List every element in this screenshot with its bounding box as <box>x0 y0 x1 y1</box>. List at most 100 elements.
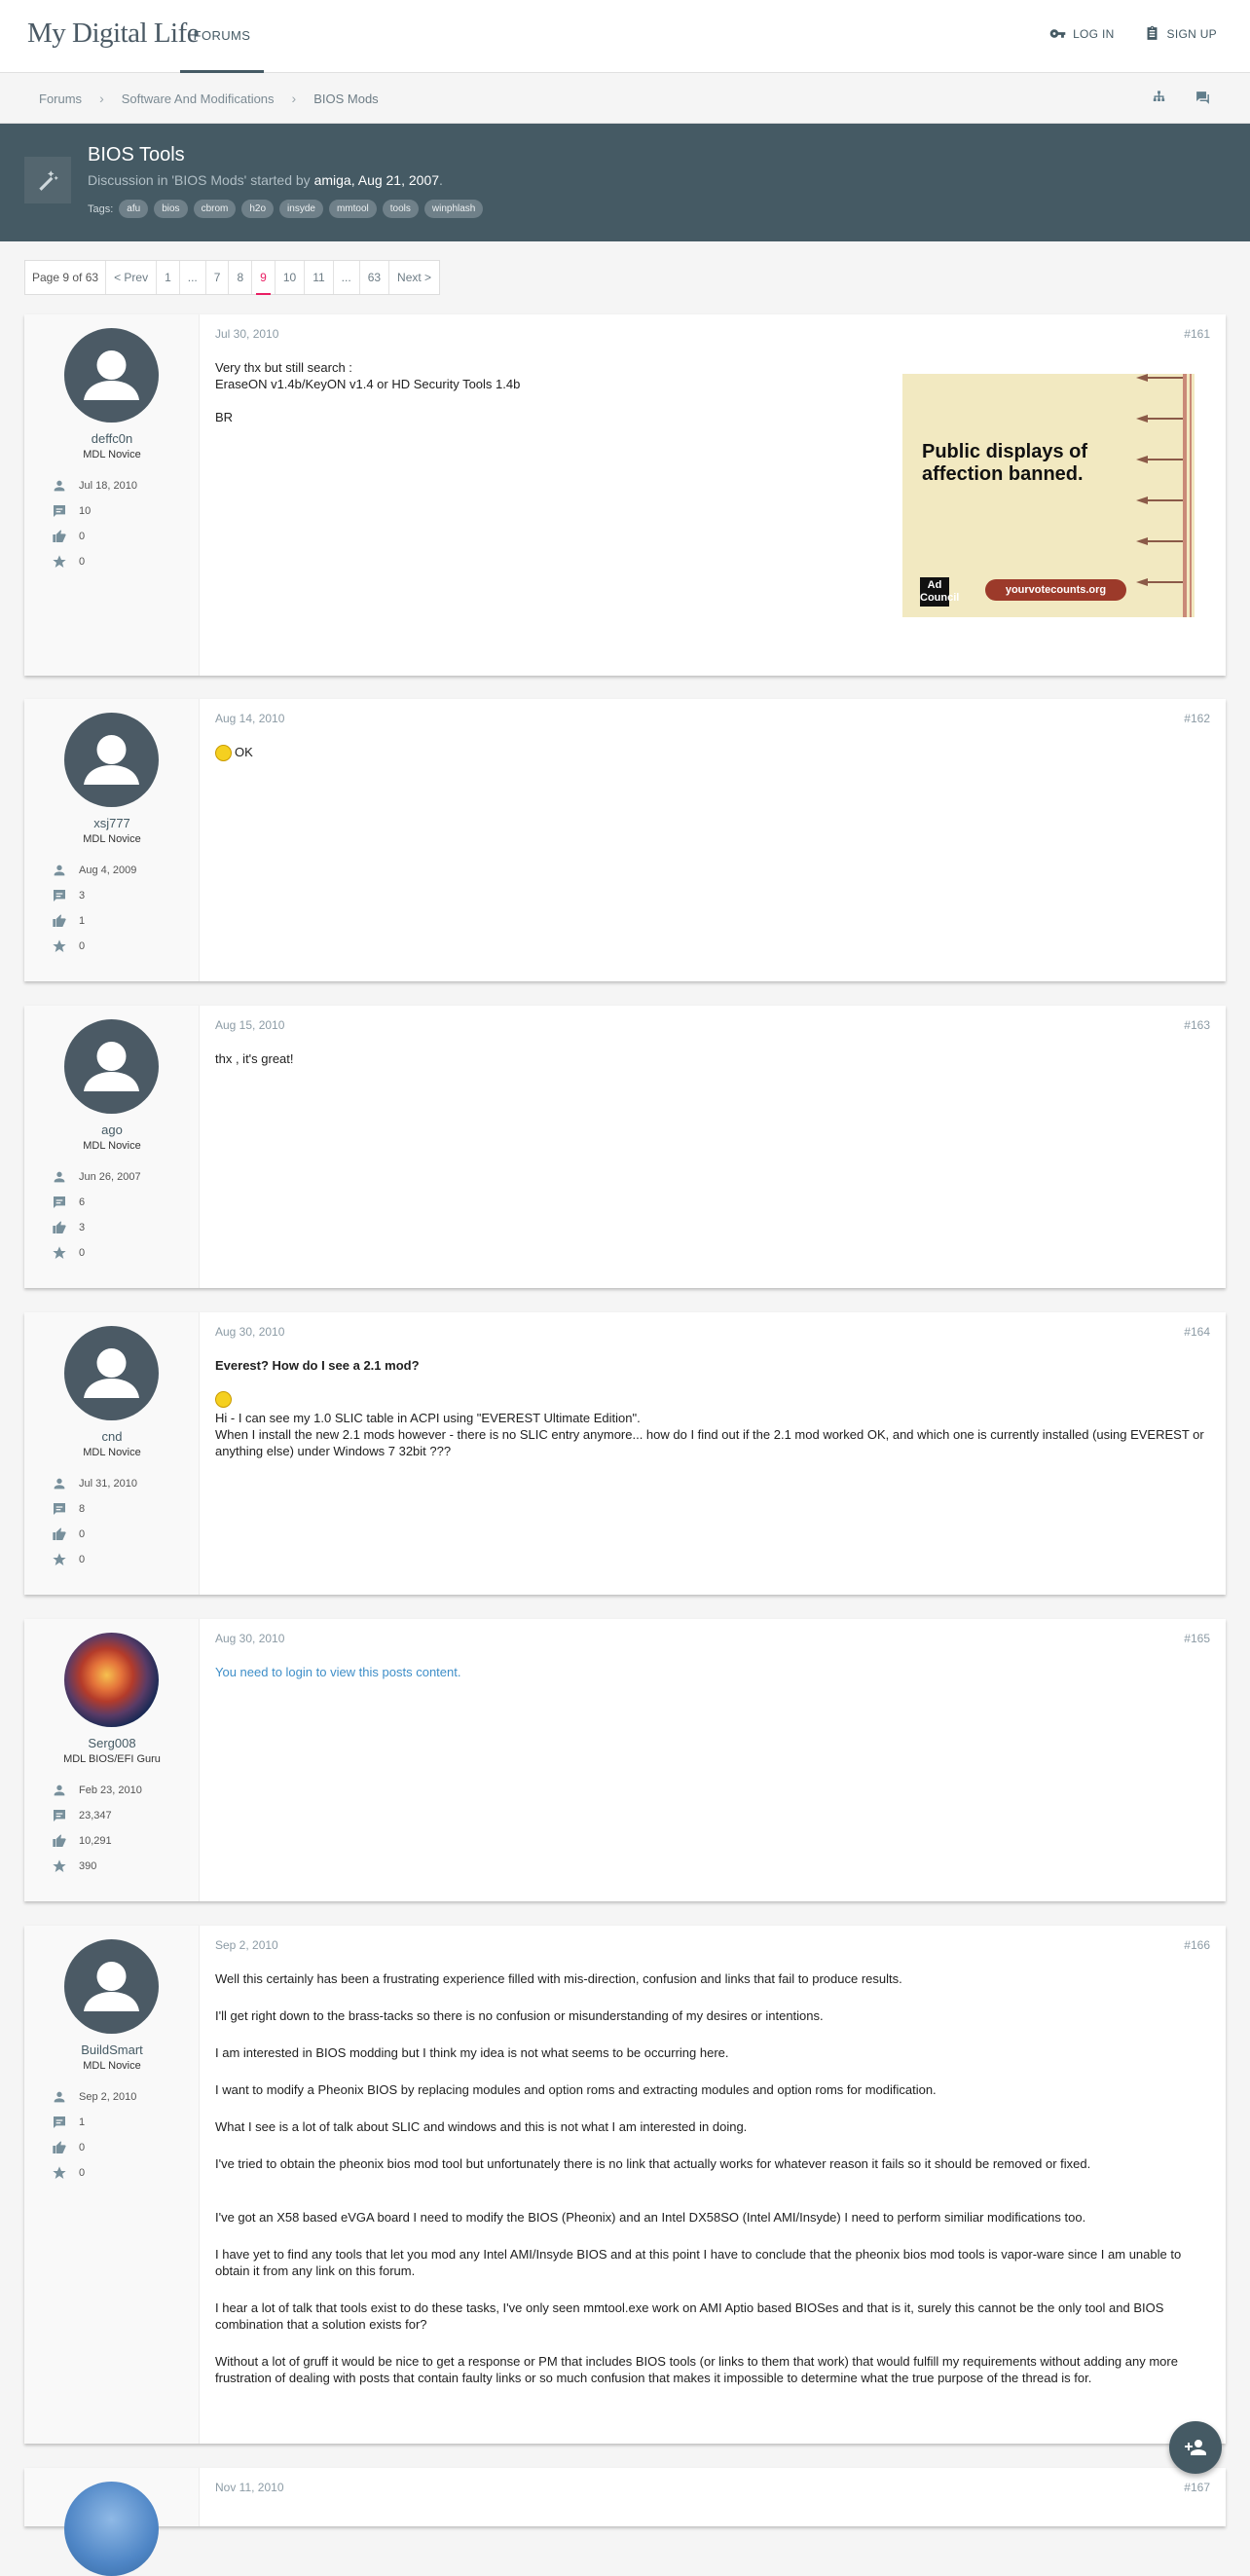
post: Nov 11, 2010 #167 <box>24 2468 1226 2576</box>
post-number[interactable]: #167 <box>1184 2481 1210 2494</box>
page-link[interactable]: 11 <box>305 261 334 294</box>
messages-stat: 6 <box>52 1190 141 1215</box>
points-stat: 0 <box>52 549 137 574</box>
username[interactable]: ago <box>24 1122 200 1137</box>
tag[interactable]: tools <box>382 200 419 218</box>
messages-stat: 1 <box>52 2110 136 2135</box>
post-paragraph: I've got an X58 based eVGA board I need … <box>215 2210 1086 2225</box>
page-ellipsis[interactable]: ... <box>180 261 206 294</box>
post: cnd MDL Novice Jul 31, 2010 8 0 0 Aug 30… <box>24 1312 1226 1595</box>
breadcrumb-forums[interactable]: Forums <box>39 92 82 106</box>
post-date[interactable]: Aug 30, 2010 <box>215 1632 284 1645</box>
login-to-view-link[interactable]: You need to login to view this posts con… <box>215 1664 1210 1680</box>
tag[interactable]: afu <box>119 200 149 218</box>
messages-stat: 8 <box>52 1496 137 1522</box>
forum-link[interactable]: BIOS Mods <box>174 172 244 188</box>
points-count: 0 <box>79 1247 86 1259</box>
post-date[interactable]: Jul 30, 2010 <box>215 327 278 341</box>
post-date[interactable]: Aug 14, 2010 <box>215 712 284 725</box>
post-number[interactable]: #163 <box>1184 1018 1210 1032</box>
post-date[interactable]: Aug 15, 2010 <box>215 1018 284 1032</box>
wand-icon <box>39 170 58 191</box>
post-number[interactable]: #162 <box>1184 712 1210 725</box>
ad-headline: Public displays of affection banned. <box>922 441 1088 485</box>
likes-count: 3 <box>79 1222 86 1233</box>
site-logo[interactable]: My Digital Life <box>27 18 200 50</box>
post-number[interactable]: #161 <box>1184 327 1210 341</box>
likes-stat: 10,291 <box>52 1828 142 1854</box>
joined-stat: Jul 31, 2010 <box>52 1471 137 1496</box>
next-page-button[interactable]: Next > <box>389 261 439 294</box>
post-date[interactable]: Nov 11, 2010 <box>215 2481 284 2494</box>
page-ellipsis[interactable]: ... <box>334 261 360 294</box>
joined-stat: Aug 4, 2009 <box>52 858 136 883</box>
breadcrumb: Forums › Software And Modifications › BI… <box>39 91 379 106</box>
joined-date: Jun 26, 2007 <box>79 1171 141 1183</box>
current-page[interactable]: 9 <box>252 261 276 295</box>
page-link[interactable]: 1 <box>157 261 180 294</box>
avatar[interactable] <box>64 2482 159 2576</box>
post-number[interactable]: #166 <box>1184 1938 1210 1952</box>
register-fab-button[interactable] <box>1169 2421 1222 2474</box>
username[interactable]: xsj777 <box>24 816 200 830</box>
avatar[interactable] <box>64 328 159 423</box>
user-stats: Feb 23, 2010 23,347 10,291 390 <box>52 1778 142 1879</box>
username[interactable]: deffc0n <box>24 431 200 446</box>
clipboard-icon <box>1147 25 1158 40</box>
post-date[interactable]: Sep 2, 2010 <box>215 1938 278 1952</box>
user-title: MDL Novice <box>83 1447 141 1458</box>
avatar[interactable] <box>64 1939 159 2034</box>
breadcrumb-software[interactable]: Software And Modifications <box>122 92 275 106</box>
tag[interactable]: bios <box>154 200 188 218</box>
username[interactable]: cnd <box>24 1429 200 1444</box>
joined-stat: Jul 18, 2010 <box>52 473 137 498</box>
meta-text: ' started by <box>243 172 314 188</box>
avatar[interactable] <box>64 1633 159 1727</box>
advertisement[interactable]: Public displays of affection banned. Ad … <box>902 374 1195 617</box>
post-content: Aug 30, 2010 #164 Everest? How do I see … <box>200 1312 1226 1595</box>
username[interactable]: Serg008 <box>24 1736 200 1750</box>
nav-forums-tab[interactable]: FORUMS <box>180 0 264 73</box>
post-content: Aug 15, 2010 #163 thx , it's great! <box>200 1006 1226 1288</box>
comments-icon[interactable] <box>1195 90 1211 106</box>
tag[interactable]: cbrom <box>193 200 237 218</box>
avatar[interactable] <box>64 1019 159 1114</box>
points-stat: 390 <box>52 1854 142 1879</box>
page-link[interactable]: 8 <box>229 261 253 294</box>
likes-stat: 0 <box>52 524 137 549</box>
post-user-info: BuildSmart MDL Novice Sep 2, 2010 1 0 0 <box>24 1926 200 2444</box>
avatar[interactable] <box>64 1326 159 1420</box>
login-button[interactable]: LOG IN <box>1049 25 1114 42</box>
tag[interactable]: insyde <box>279 200 323 218</box>
avatar[interactable] <box>64 713 159 807</box>
post-content: Sep 2, 2010 #166 Well this certainly has… <box>200 1926 1226 2444</box>
post-date[interactable]: Aug 30, 2010 <box>215 1325 284 1339</box>
signup-button[interactable]: SIGN UP <box>1144 25 1217 42</box>
tag[interactable]: h2o <box>241 200 275 218</box>
tag-list: Tags: afu bios cbrom h2o insyde mmtool t… <box>88 200 484 218</box>
message-icon <box>54 1503 65 1515</box>
author-link[interactable]: amiga <box>314 172 351 188</box>
sitemap-icon[interactable] <box>1151 90 1167 106</box>
page-link[interactable]: 63 <box>360 261 390 294</box>
post-body: OK <box>215 744 1210 762</box>
post-number[interactable]: #165 <box>1184 1632 1210 1645</box>
page-link[interactable]: 7 <box>206 261 230 294</box>
post-body: Well this certainly has been a frustrati… <box>215 1970 1210 2386</box>
post-content: Jul 30, 2010 #161 Very thx but still sea… <box>200 314 1226 676</box>
prev-page-button[interactable]: < Prev <box>106 261 158 294</box>
username[interactable]: BuildSmart <box>24 2042 200 2057</box>
thread-type-icon <box>24 157 71 203</box>
messages-count: 6 <box>79 1196 86 1208</box>
ad-url-button[interactable]: yourvotecounts.org <box>985 579 1126 601</box>
post: xsj777 MDL Novice Aug 4, 2009 3 1 0 Aug … <box>24 699 1226 981</box>
tag[interactable]: mmtool <box>328 200 377 218</box>
post-user-info: cnd MDL Novice Jul 31, 2010 8 0 0 <box>24 1312 200 1595</box>
breadcrumb-bios-mods[interactable]: BIOS Mods <box>313 92 378 106</box>
page-link[interactable]: 10 <box>276 261 306 294</box>
tag[interactable]: winphlash <box>423 200 484 218</box>
likes-count: 0 <box>79 2142 86 2153</box>
user-title: MDL Novice <box>83 833 141 845</box>
post-number[interactable]: #164 <box>1184 1325 1210 1339</box>
post: ago MDL Novice Jun 26, 2007 6 3 0 Aug 15… <box>24 1006 1226 1288</box>
